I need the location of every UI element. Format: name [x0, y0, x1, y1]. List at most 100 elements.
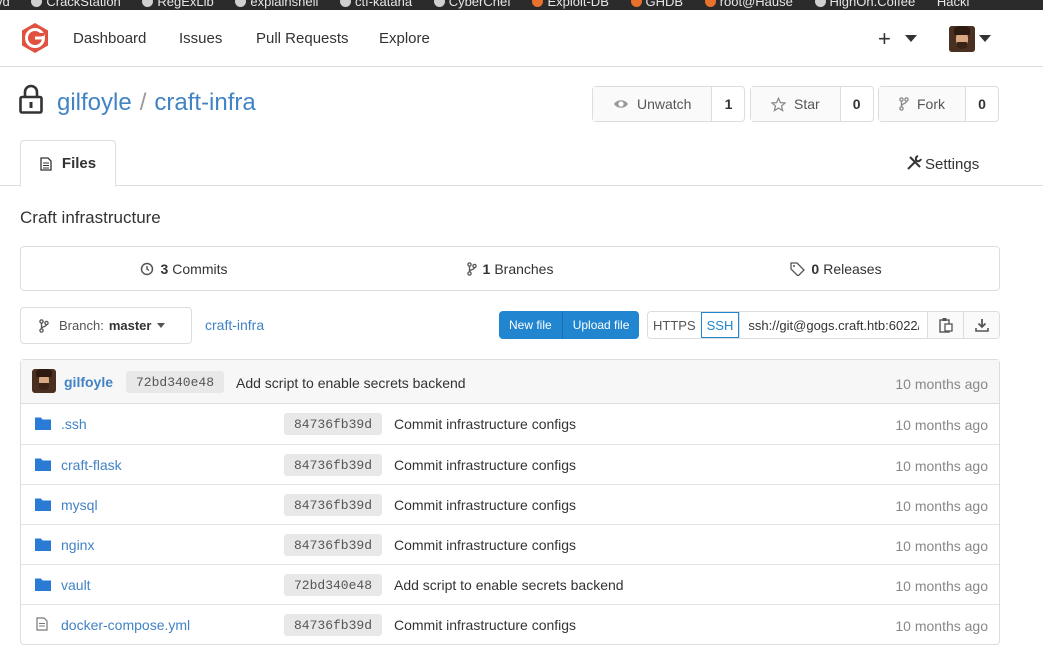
bookmark-item[interactable]: ctf-katana: [339, 0, 412, 9]
file-commit-sha[interactable]: 84736fb39d: [284, 614, 383, 636]
ssh-toggle[interactable]: SSH: [700, 312, 740, 338]
file-commit-time: 10 months ago: [895, 498, 988, 514]
exploit-db-icon: [532, 0, 544, 7]
branch-icon: [39, 318, 49, 333]
bookmark-item[interactable]: Hacki: [937, 0, 970, 9]
repo-title: gilfoyle / craft-infra: [57, 89, 256, 117]
fork-count[interactable]: 0: [966, 87, 998, 121]
bookmark-item[interactable]: explainshell: [235, 0, 318, 9]
bookmark-item[interactable]: CyberChef: [433, 0, 511, 9]
file-commit-sha[interactable]: 84736fb39d: [284, 413, 383, 435]
file-name-link[interactable]: docker-compose.yml: [61, 617, 190, 633]
file-commit-message[interactable]: Commit infrastructure configs: [394, 617, 576, 633]
file-commit-sha[interactable]: 84736fb39d: [284, 454, 383, 476]
commit-author-link[interactable]: gilfoyle: [64, 374, 113, 390]
bookmark-item[interactable]: Exploit-DB: [532, 0, 609, 9]
fork-icon: [899, 97, 909, 111]
breadcrumb-repo-link[interactable]: craft-infra: [205, 317, 264, 333]
file-commit-sha[interactable]: 84736fb39d: [284, 534, 383, 556]
repo-tabs: Files Settings: [0, 140, 1043, 187]
repo-description: Craft infrastructure: [20, 208, 161, 227]
create-new-plus-icon[interactable]: +: [878, 26, 891, 52]
commits-stat[interactable]: 3 Commits: [21, 247, 347, 290]
page-icon: [433, 0, 445, 7]
branch-selector[interactable]: Branch: master: [20, 307, 192, 344]
watch-count[interactable]: 1: [712, 87, 744, 121]
folder-icon: [35, 497, 51, 514]
eye-icon: [614, 100, 628, 108]
releases-stat[interactable]: 0 Releases: [673, 247, 999, 290]
nav-issues[interactable]: Issues: [179, 30, 222, 47]
file-commit-time: 10 months ago: [895, 458, 988, 474]
file-name-link[interactable]: nginx: [61, 537, 94, 553]
user-avatar[interactable]: [949, 26, 975, 52]
repo-owner-link[interactable]: gilfoyle: [57, 89, 132, 116]
bookmarks-bar: vd CrackStation RegExLib explainshell ct…: [0, 0, 1043, 10]
file-commit-message[interactable]: Commit infrastructure configs: [394, 416, 576, 432]
latest-commit-header: gilfoyle 72bd340e48 Add script to enable…: [21, 360, 999, 404]
upload-file-button[interactable]: Upload file: [561, 311, 640, 339]
file-commit-time: 10 months ago: [895, 578, 988, 594]
coffee-icon: [814, 0, 826, 7]
star-button[interactable]: Star: [751, 87, 841, 121]
bookmark-item[interactable]: CrackStation: [31, 0, 121, 9]
folder-icon: [35, 457, 51, 474]
https-toggle[interactable]: HTTPS: [648, 312, 701, 338]
nav-explore[interactable]: Explore: [379, 30, 430, 47]
tab-files[interactable]: Files: [20, 140, 116, 187]
file-row: docker-compose.yml 84736fb39d Commit inf…: [21, 604, 999, 644]
file-action-buttons: New file Upload file: [499, 311, 640, 339]
bookmark-item[interactable]: root@Hause: [704, 0, 793, 9]
star-count[interactable]: 0: [841, 87, 873, 121]
file-row: nginx 84736fb39d Commit infrastructure c…: [21, 524, 999, 564]
shell-icon: [235, 0, 247, 7]
file-commit-message[interactable]: Commit infrastructure configs: [394, 457, 576, 473]
branch-icon: [466, 261, 477, 276]
branches-stat[interactable]: 1 Branches: [347, 247, 673, 290]
nav-pull-requests[interactable]: Pull Requests: [256, 30, 349, 47]
file-commit-time: 10 months ago: [895, 618, 988, 634]
globe-icon: [31, 0, 43, 7]
author-avatar[interactable]: [32, 369, 56, 393]
file-commit-sha[interactable]: 84736fb39d: [284, 494, 383, 516]
github-icon: [339, 0, 351, 7]
file-name-link[interactable]: craft-flask: [61, 457, 122, 473]
file-row: vault 72bd340e48 Add script to enable se…: [21, 564, 999, 604]
file-commit-time: 10 months ago: [895, 538, 988, 554]
file-commit-message[interactable]: Commit infrastructure configs: [394, 497, 576, 513]
download-archive-button[interactable]: [963, 312, 999, 338]
clone-url-box: HTTPS SSH: [647, 311, 1000, 339]
file-name-link[interactable]: vault: [61, 577, 91, 593]
file-name-link[interactable]: mysql: [61, 497, 98, 513]
chevron-down-icon[interactable]: [979, 35, 991, 42]
star-button-group: Star 0: [750, 86, 874, 122]
gogs-logo-icon[interactable]: [19, 22, 51, 54]
nav-dashboard[interactable]: Dashboard: [73, 30, 146, 47]
bookmark-item[interactable]: HighOn.Coffee: [814, 0, 915, 9]
bookmark-item[interactable]: RegExLib: [142, 0, 214, 9]
chevron-down-icon[interactable]: [905, 35, 917, 42]
fork-button[interactable]: Fork: [879, 87, 966, 121]
commit-message[interactable]: Add script to enable secrets backend: [236, 375, 466, 391]
download-icon: [974, 319, 989, 332]
new-file-button[interactable]: New file: [499, 311, 562, 339]
bookmark-item[interactable]: GHDB: [630, 0, 683, 9]
file-name-link[interactable]: .ssh: [61, 416, 87, 432]
top-navigation: Dashboard Issues Pull Requests Explore +: [0, 10, 1043, 67]
file-commit-message[interactable]: Commit infrastructure configs: [394, 537, 576, 553]
file-commit-message[interactable]: Add script to enable secrets backend: [394, 577, 624, 593]
repo-name-link[interactable]: craft-infra: [154, 89, 255, 116]
fork-button-group: Fork 0: [878, 86, 999, 122]
tab-settings[interactable]: Settings: [906, 155, 979, 173]
copy-clone-url-button[interactable]: [927, 312, 963, 338]
file-icon: [36, 617, 48, 634]
lock-icon: [19, 84, 43, 114]
unwatch-button[interactable]: Unwatch: [593, 87, 713, 121]
clone-url-input[interactable]: [739, 312, 927, 338]
bookmark-item[interactable]: vd: [0, 0, 10, 9]
file-text-icon: [40, 156, 52, 171]
commit-sha-button[interactable]: 72bd340e48: [126, 371, 225, 393]
clipboard-icon: [938, 318, 953, 333]
file-commit-sha[interactable]: 72bd340e48: [284, 574, 383, 596]
watch-button-group: Unwatch 1: [592, 86, 746, 122]
